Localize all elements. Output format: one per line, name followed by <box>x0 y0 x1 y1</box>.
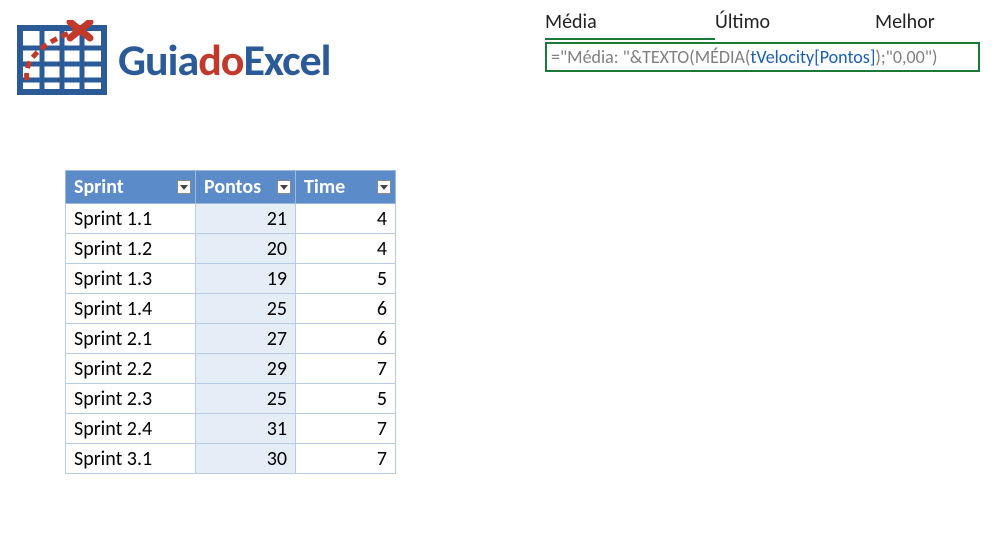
cell-time[interactable]: 4 <box>296 204 396 234</box>
logo-word-guia: Guia <box>118 33 198 87</box>
cell-pontos[interactable]: 25 <box>196 384 296 414</box>
formula-ref: tVelocity[Pontos] <box>750 46 875 68</box>
table-row[interactable]: Sprint 1.3195 <box>66 264 396 294</box>
cell-sprint[interactable]: Sprint 3.1 <box>66 444 196 474</box>
table-row[interactable]: Sprint 2.4317 <box>66 414 396 444</box>
col-header-time-label: Time <box>304 175 345 199</box>
formula-close1: ) <box>932 46 937 68</box>
filter-dropdown-icon[interactable] <box>377 180 391 194</box>
header-ultimo: Último <box>715 10 875 40</box>
table-row[interactable]: Sprint 1.4256 <box>66 294 396 324</box>
col-header-sprint[interactable]: Sprint <box>66 171 196 204</box>
col-header-pontos[interactable]: Pontos <box>196 171 296 204</box>
guia-do-excel-icon <box>12 20 112 100</box>
cell-time[interactable]: 7 <box>296 414 396 444</box>
table-row[interactable]: Sprint 3.1307 <box>66 444 396 474</box>
header-media: Média <box>545 10 715 40</box>
logo-word-excel: Excel <box>243 33 330 87</box>
cell-pontos[interactable]: 29 <box>196 354 296 384</box>
table-row[interactable]: Sprint 2.2297 <box>66 354 396 384</box>
col-header-time[interactable]: Time <box>296 171 396 204</box>
table-row[interactable]: Sprint 2.1276 <box>66 324 396 354</box>
cell-time[interactable]: 5 <box>296 384 396 414</box>
cell-time[interactable]: 6 <box>296 294 396 324</box>
table-row[interactable]: Sprint 1.1214 <box>66 204 396 234</box>
cell-pontos[interactable]: 30 <box>196 444 296 474</box>
cell-time[interactable]: 4 <box>296 234 396 264</box>
velocity-table: Sprint Pontos Time Sprint 1.1214 Sprint … <box>65 170 396 474</box>
table-header-row: Sprint Pontos Time <box>66 171 396 204</box>
cell-sprint[interactable]: Sprint 1.2 <box>66 234 196 264</box>
cell-sprint[interactable]: Sprint 1.1 <box>66 204 196 234</box>
cell-sprint[interactable]: Sprint 1.3 <box>66 264 196 294</box>
cell-time[interactable]: 5 <box>296 264 396 294</box>
cell-pontos[interactable]: 19 <box>196 264 296 294</box>
formula-prefix: ="Média: "& <box>551 46 642 68</box>
cell-pontos[interactable]: 21 <box>196 204 296 234</box>
cell-sprint[interactable]: Sprint 2.2 <box>66 354 196 384</box>
formula-cell[interactable]: ="Média: "&TEXTO(MÉDIA(tVelocity[Pontos]… <box>545 42 980 72</box>
brand-logo: GuiadoExcel <box>12 20 331 100</box>
table-body: Sprint 1.1214 Sprint 1.2204 Sprint 1.319… <box>66 204 396 474</box>
table-row[interactable]: Sprint 1.2204 <box>66 234 396 264</box>
logo-word-do: do <box>198 33 243 87</box>
cell-pontos[interactable]: 31 <box>196 414 296 444</box>
header-melhor: Melhor <box>875 10 995 40</box>
cell-sprint[interactable]: Sprint 2.4 <box>66 414 196 444</box>
cell-pontos[interactable]: 20 <box>196 234 296 264</box>
col-header-pontos-label: Pontos <box>204 175 261 199</box>
table-row[interactable]: Sprint 2.3255 <box>66 384 396 414</box>
logo-text: GuiadoExcel <box>118 33 331 87</box>
cell-pontos[interactable]: 27 <box>196 324 296 354</box>
cell-sprint[interactable]: Sprint 1.4 <box>66 294 196 324</box>
cell-sprint[interactable]: Sprint 2.1 <box>66 324 196 354</box>
formula-fn-texto: TEXTO <box>642 46 689 68</box>
filter-dropdown-icon[interactable] <box>277 180 291 194</box>
cell-time[interactable]: 7 <box>296 444 396 474</box>
formula-fn-media: MÉDIA <box>695 46 745 68</box>
cell-pontos[interactable]: 25 <box>196 294 296 324</box>
cell-time[interactable]: 7 <box>296 354 396 384</box>
cell-sprint[interactable]: Sprint 2.3 <box>66 384 196 414</box>
formula-fmt: "0,00" <box>886 46 932 68</box>
header-labels: Média Último Melhor <box>545 10 995 40</box>
filter-dropdown-icon[interactable] <box>177 180 191 194</box>
cell-time[interactable]: 6 <box>296 324 396 354</box>
col-header-sprint-label: Sprint <box>74 175 124 199</box>
